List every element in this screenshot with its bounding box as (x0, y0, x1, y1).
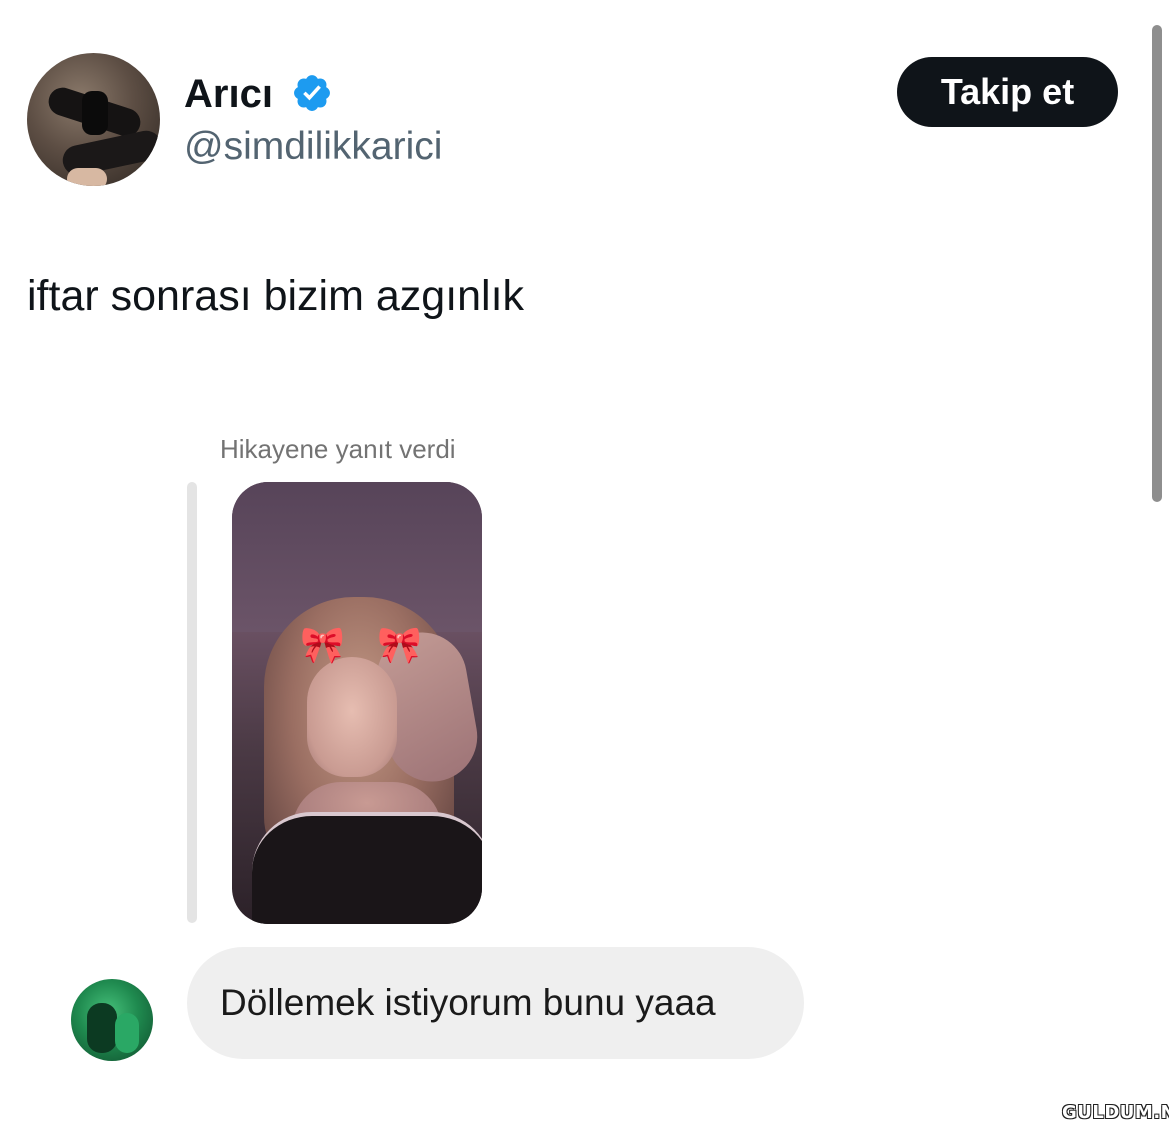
photo-detail (307, 657, 397, 777)
profile-avatar[interactable] (27, 53, 160, 186)
avatar-detail (67, 168, 107, 186)
sender-avatar[interactable] (71, 979, 153, 1061)
bow-sticker-icon: 🎀 (300, 624, 345, 665)
tweet-text: iftar sonrası bizim azgınlık (27, 272, 525, 320)
author-handle[interactable]: @simdilikkarici (184, 122, 442, 172)
message-text: Döllemek istiyorum bunu yaaa (220, 982, 716, 1023)
avatar-detail (87, 1003, 117, 1053)
photo-detail (252, 812, 482, 924)
reply-indicator-bar (187, 482, 197, 923)
avatar-detail (82, 91, 108, 135)
story-photo[interactable]: 🎀 🎀 (232, 482, 482, 924)
watermark: GULDUM.NET (1062, 1102, 1169, 1123)
scrollbar[interactable] (1152, 25, 1162, 502)
author-display-name[interactable]: Arıcı (184, 68, 273, 120)
bow-sticker-icon: 🎀 (377, 624, 422, 665)
verified-badge-icon (294, 75, 330, 111)
avatar-detail (115, 1013, 139, 1053)
follow-button[interactable]: Takip et (897, 57, 1118, 127)
story-reply-label: Hikayene yanıt verdi (220, 434, 456, 464)
